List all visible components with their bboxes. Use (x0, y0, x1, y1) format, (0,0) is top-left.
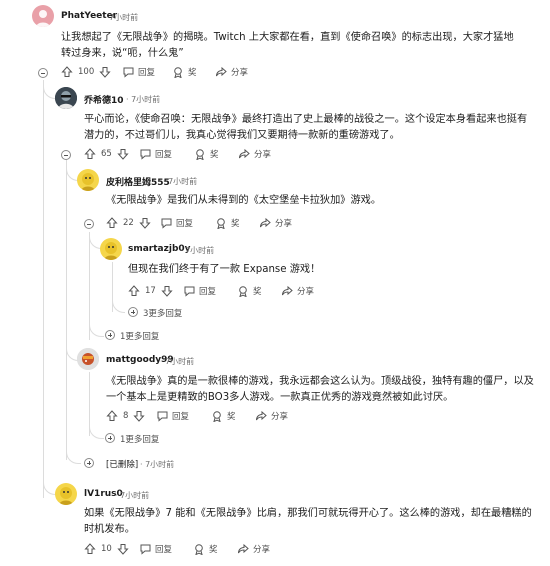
reply-icon (123, 67, 134, 78)
share-icon (216, 66, 227, 77)
more-replies-link[interactable]: 1更多回复 (120, 433, 159, 445)
upvote-icon[interactable] (106, 410, 118, 422)
vote-count: 10 (101, 544, 112, 554)
share-button[interactable]: 分享 (237, 543, 270, 555)
comment-text: 但现在我们终于有了一款 Expanse 游戏！ (128, 264, 321, 275)
thread-line-2 (66, 160, 67, 460)
reply-button[interactable]: 回复 (160, 217, 193, 229)
downvote-icon[interactable] (99, 66, 111, 78)
award-icon (239, 286, 247, 297)
upvote-icon[interactable] (61, 66, 73, 78)
vote-bar: 65 (84, 148, 129, 160)
avatar[interactable] (55, 87, 77, 109)
vote-bar: 22 (106, 217, 151, 229)
collapse-thread-button[interactable] (61, 150, 71, 160)
reply-icon (157, 411, 168, 422)
vote-count: 65 (101, 149, 112, 159)
award-button[interactable]: 奖 (211, 410, 236, 422)
expand-more-replies-button[interactable] (105, 433, 115, 443)
more-replies-link[interactable]: 3更多回复 (143, 307, 182, 319)
comment-text: 如果《无限战争》7 能和《无限战争》比肩，那我们可就玩得开心了。这么棒的游戏，却… (84, 508, 532, 535)
collapse-thread-button[interactable] (38, 68, 48, 78)
upvote-icon[interactable] (106, 217, 118, 229)
vote-bar: 10 (84, 543, 129, 555)
vote-bar: 17 (128, 285, 173, 297)
award-icon (174, 67, 182, 78)
expand-more-replies-button[interactable] (128, 307, 138, 317)
comment-text: 平心而论，《使命召唤：无限战争》最终打造出了史上最棒的战役之一。这个设定本身看起… (84, 114, 528, 141)
reply-icon (161, 218, 172, 229)
share-icon (256, 410, 267, 421)
award-button[interactable]: 奖 (237, 285, 262, 297)
share-icon (238, 543, 249, 554)
upvote-icon[interactable] (128, 285, 140, 297)
avatar[interactable] (32, 5, 54, 27)
username[interactable]: 乔希德10 (84, 93, 124, 106)
vote-count: 17 (145, 286, 156, 296)
collapse-thread-button[interactable] (84, 219, 94, 229)
comment-text: 《无限战争》真的是一款很棒的游戏，我永远都会这么认为。顶级战役，独特有趣的僵尸，… (106, 376, 534, 403)
deleted-label: [已删除] (106, 460, 139, 470)
award-icon (217, 218, 225, 229)
share-button[interactable]: 分享 (259, 217, 292, 229)
comment-text: 《无限战争》是我们从未得到的《太空堡垒卡拉狄加》游戏。 (106, 195, 382, 206)
award-button[interactable]: 奖 (215, 217, 240, 229)
share-button[interactable]: 分享 (255, 410, 288, 422)
timestamp: · 7小时前 (163, 177, 198, 186)
avatar[interactable] (77, 169, 99, 191)
avatar[interactable] (55, 483, 77, 505)
award-icon (196, 149, 204, 160)
reply-button[interactable]: 回复 (156, 410, 189, 422)
timestamp: · 7小时前 (115, 491, 150, 500)
timestamp: · 7小时前 (180, 246, 215, 255)
reply-button[interactable]: 回复 (139, 148, 172, 160)
more-replies-link[interactable]: 1更多回复 (120, 330, 159, 342)
award-button[interactable]: 奖 (194, 148, 219, 160)
username[interactable]: 皮利格里姆555 (106, 175, 170, 188)
downvote-icon[interactable] (117, 543, 129, 555)
avatar[interactable] (77, 348, 99, 370)
award-icon (195, 544, 203, 555)
comment-text: 让我想起了《无限战争》的揭晓。Twitch 上大家都在看，直到《使命召唤》的标志… (61, 32, 514, 59)
reply-button[interactable]: 回复 (183, 285, 216, 297)
reply-icon (184, 286, 195, 297)
timestamp: · 7小时前 (126, 95, 161, 104)
award-button[interactable]: 奖 (193, 543, 218, 555)
expand-more-replies-button[interactable] (105, 330, 115, 340)
vote-count: 8 (123, 411, 129, 421)
thread-curve-more1 (89, 322, 104, 337)
thread-curve-more3 (112, 298, 125, 313)
reply-button[interactable]: 回复 (139, 543, 172, 555)
timestamp: · 7小时前 (104, 13, 139, 22)
award-icon (213, 411, 221, 422)
vote-bar: 100 (61, 66, 111, 78)
thread-curve-more2 (89, 424, 104, 439)
share-button[interactable]: 分享 (238, 148, 271, 160)
timestamp: · 7小时前 (140, 460, 175, 469)
reply-button[interactable]: 回复 (122, 66, 155, 78)
downvote-icon[interactable] (117, 148, 129, 160)
upvote-icon[interactable] (84, 543, 96, 555)
downvote-icon[interactable] (133, 410, 146, 422)
vote-count: 22 (123, 218, 134, 228)
upvote-icon[interactable] (84, 148, 96, 160)
reply-icon (140, 544, 151, 555)
award-button[interactable]: 奖 (172, 66, 197, 78)
share-icon (260, 217, 271, 228)
share-button[interactable]: 分享 (215, 66, 248, 78)
downvote-icon[interactable] (161, 285, 173, 297)
timestamp: · 7小时前 (160, 357, 195, 366)
vote-bar: 8 (106, 410, 146, 422)
share-icon (282, 285, 293, 296)
share-icon (239, 148, 250, 159)
thread-line-1 (43, 80, 44, 498)
thread-curve-del (66, 448, 81, 464)
reply-icon (140, 149, 151, 160)
expand-deleted-button[interactable] (84, 458, 94, 468)
share-button[interactable]: 分享 (281, 285, 314, 297)
downvote-icon[interactable] (139, 217, 151, 229)
vote-count: 100 (78, 67, 95, 77)
avatar[interactable] (100, 238, 122, 260)
